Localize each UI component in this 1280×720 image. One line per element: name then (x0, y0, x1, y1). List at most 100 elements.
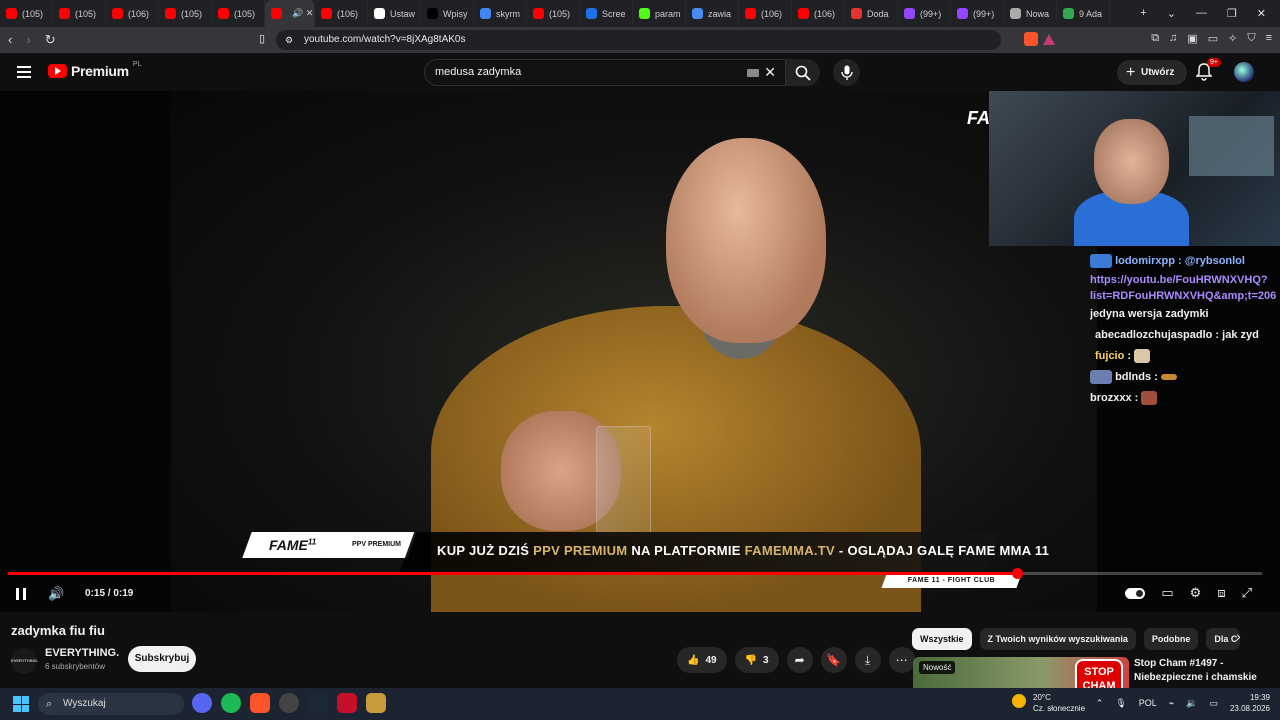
menu-icon[interactable]: ≡ (1266, 32, 1272, 45)
browser-tab[interactable]: skyrm (474, 0, 527, 27)
browser-tab[interactable]: 🔊 ✕ (265, 0, 315, 27)
brave-shields-icon[interactable] (1024, 32, 1038, 46)
create-button[interactable]: + Utwórz (1117, 60, 1187, 85)
subscribe-button[interactable]: Subskrybuj (128, 646, 196, 672)
chip-related[interactable]: Podobne (1143, 628, 1199, 650)
back-icon[interactable]: ‹ (8, 32, 12, 48)
volume-icon[interactable]: 🔊 (48, 586, 64, 602)
browser-tab[interactable]: Nowa (1004, 0, 1057, 27)
browser-tab[interactable]: Ustaw (368, 0, 421, 27)
forward-icon[interactable]: › (26, 32, 30, 48)
chrome-icon[interactable] (279, 693, 299, 713)
site-info-icon[interactable]: ⚙ (285, 30, 293, 50)
like-button[interactable]: 👍 49 (677, 647, 727, 673)
channel-name[interactable]: EVERYTHING. (45, 647, 119, 659)
mic-tray-icon[interactable]: 🎙 (1115, 698, 1126, 709)
app-icon[interactable] (337, 693, 357, 713)
leo-icon[interactable]: ✧ (1228, 32, 1237, 45)
webcam-person (1094, 119, 1169, 204)
dislike-button[interactable]: 👎 3 (734, 647, 779, 673)
language-indicator[interactable]: POL (1139, 698, 1157, 708)
search-button[interactable] (786, 59, 820, 86)
music-icon[interactable]: ♫ (1169, 32, 1177, 45)
browser-tab[interactable]: (105) (0, 0, 53, 27)
taskbar-search[interactable]: ⌕ Wyszukaj (38, 693, 184, 715)
pause-icon[interactable] (16, 588, 26, 600)
brave-rewards-icon[interactable] (1043, 34, 1055, 45)
reload-icon[interactable]: ↻ (45, 32, 56, 48)
close-window-button[interactable]: ✕ (1257, 7, 1266, 20)
battery-icon[interactable]: ▭ (1209, 698, 1218, 709)
browser-tab[interactable]: zawia (686, 0, 739, 27)
browser-tab[interactable]: (106) (739, 0, 792, 27)
chip-all[interactable]: Wszystkie (912, 628, 972, 650)
miniplayer-icon[interactable]: ⧈ (1217, 585, 1225, 601)
bookmark-icon[interactable]: ▯ (259, 32, 265, 45)
spotify-icon[interactable] (221, 693, 241, 713)
windows-start-icon[interactable] (13, 696, 29, 712)
clear-search-icon[interactable]: ✕ (764, 60, 776, 85)
network-icon[interactable]: ⌁ (1169, 698, 1174, 709)
browser-tab[interactable]: Doda (845, 0, 898, 27)
channel-avatar[interactable]: EVERYTHING. (11, 648, 38, 674)
notifications-button[interactable]: 9+ (1195, 58, 1221, 81)
chevron-up-icon[interactable]: ⌃ (1096, 698, 1104, 709)
search-input[interactable]: medusa zadymka ✕ (424, 59, 786, 86)
browser-tab[interactable]: (106) (315, 0, 368, 27)
chat-username: fujcio (1095, 350, 1125, 362)
speaker-icon[interactable]: 🔉 (1186, 698, 1197, 709)
browser-tab[interactable]: Scree (580, 0, 633, 27)
league-icon[interactable] (366, 693, 386, 713)
minimize-button[interactable]: — (1196, 7, 1207, 20)
youtube-icon (533, 8, 544, 19)
discord-icon[interactable] (192, 693, 212, 713)
browser-tab[interactable]: 9 Ada (1057, 0, 1110, 27)
tab-list-button[interactable]: ⌄ (1167, 7, 1176, 20)
browser-tab[interactable]: (105) (53, 0, 106, 27)
browser-tab[interactable]: (106) (106, 0, 159, 27)
recommended-title[interactable]: Stop Cham #1497 - Niebezpieczne i chamsk… (1134, 657, 1274, 685)
chat-text: : @rybsonlol (1174, 255, 1245, 267)
chat-username: abecadlozchujaspadlo (1095, 329, 1213, 341)
new-tab-button[interactable]: + (1140, 7, 1146, 20)
brave-icon[interactable] (250, 693, 270, 713)
browser-tab[interactable]: (105) (159, 0, 212, 27)
video-actions: 👍 49 👎 3 ➦ 🔖 ⤓ ⋯ (677, 647, 915, 673)
chevron-right-icon[interactable]: › (1236, 628, 1241, 644)
share-button[interactable]: ➦ (786, 647, 813, 673)
fullscreen-icon[interactable]: ⤢ (1242, 585, 1252, 601)
tab-audio-close-icon[interactable]: 🔊 ✕ (292, 8, 313, 19)
recommended-thumbnail[interactable]: Nowość STOP CHAM (913, 657, 1129, 688)
wallet-icon[interactable]: ▭ (1208, 32, 1218, 45)
save-button[interactable]: 🔖 (820, 647, 847, 673)
hamburger-menu-icon[interactable] (17, 66, 31, 78)
more-actions-button[interactable]: ⋯ (888, 647, 915, 673)
video-player[interactable]: FA lodomirxpp : @rybsonlol https://youtu… (0, 91, 1280, 612)
url-field[interactable]: ⚙ youtube.com/watch?v=8jXAg8tAK0s (276, 30, 1055, 50)
twitch-icon (904, 8, 915, 19)
settings-gear-icon[interactable]: ⚙ (1190, 585, 1202, 601)
youtube-premium-logo[interactable]: Premium PL (48, 61, 141, 79)
vpn-icon[interactable]: ⛉ (1247, 32, 1255, 45)
chip-from-search[interactable]: Z Twoich wyników wyszukiwania (979, 628, 1136, 650)
keyboard-icon[interactable] (747, 69, 759, 77)
browser-tab[interactable]: Wpisy (421, 0, 474, 27)
browser-tab[interactable]: (99+) (898, 0, 951, 27)
clock[interactable]: 19:39 23.08.2026 (1230, 692, 1270, 714)
browser-tab[interactable]: (105) (212, 0, 265, 27)
download-button[interactable]: ⤓ (854, 647, 881, 673)
voice-search-button[interactable] (833, 59, 860, 86)
browser-tab[interactable]: (106) (792, 0, 845, 27)
extensions-icon[interactable]: ⧉ (1151, 32, 1159, 45)
restore-button[interactable]: ❐ (1227, 7, 1237, 20)
autoplay-toggle[interactable] (1125, 588, 1146, 599)
browser-tab[interactable]: param (633, 0, 686, 27)
steam-icon[interactable] (308, 693, 328, 713)
subtitles-icon[interactable]: ▭ (1161, 585, 1173, 601)
account-avatar[interactable] (1234, 62, 1254, 82)
browser-tab[interactable]: (99+) (951, 0, 1004, 27)
video-progress-bar[interactable] (8, 568, 1262, 579)
browser-tab[interactable]: (105) (527, 0, 580, 27)
weather-widget[interactable]: 20°C Cz. słonecznie (1012, 692, 1085, 714)
sidebar-icon[interactable]: ▣ (1187, 32, 1197, 45)
